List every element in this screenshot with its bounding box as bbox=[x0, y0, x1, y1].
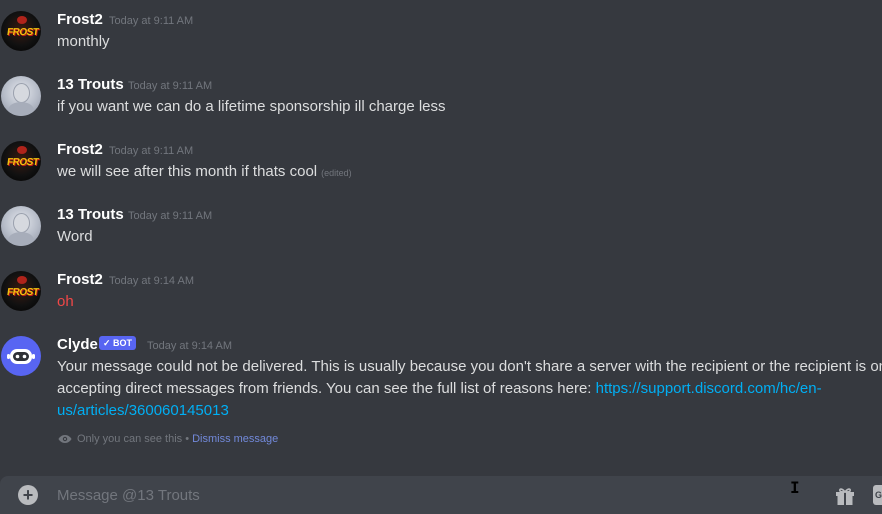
message-timestamp: Today at 9:11 AM bbox=[109, 145, 194, 157]
dismiss-message-link[interactable]: Dismiss message bbox=[192, 433, 278, 445]
message-content: if you want we can do a lifetime sponsor… bbox=[57, 98, 446, 115]
message-author[interactable]: Frost2 bbox=[57, 271, 103, 288]
frost2-avatar[interactable]: FROST bbox=[1, 271, 41, 311]
edited-label: (edited) bbox=[321, 168, 352, 178]
message-content: oh bbox=[57, 293, 74, 310]
message-content: we will see after this month if thats co… bbox=[57, 161, 352, 184]
ephemeral-note: Only you can see this • bbox=[77, 433, 190, 445]
message-content: monthly bbox=[57, 33, 110, 50]
clyde-line-2: accepting direct messages from friends. … bbox=[57, 378, 882, 400]
support-link[interactable]: https://support.discord.com/hc/en- bbox=[596, 380, 822, 397]
text-cursor-icon: I bbox=[790, 478, 800, 497]
message-author[interactable]: Frost2 bbox=[57, 141, 103, 158]
message-list: FROST Frost2 Today at 9:11 AM monthly 13… bbox=[0, 0, 882, 470]
message-timestamp: Today at 9:11 AM bbox=[109, 15, 194, 27]
frost2-avatar[interactable]: FROST bbox=[1, 141, 41, 181]
trouts-avatar[interactable] bbox=[1, 206, 41, 246]
bot-badge: ✓ BOT bbox=[99, 336, 137, 350]
add-attachment-icon[interactable]: + bbox=[18, 485, 38, 505]
message-input[interactable] bbox=[57, 485, 757, 505]
message-author[interactable]: 13 Trouts bbox=[57, 76, 124, 93]
message-author[interactable]: 13 Trouts bbox=[57, 206, 124, 223]
clyde-line-2-text: accepting direct messages from friends. … bbox=[57, 380, 596, 397]
gif-icon[interactable]: G bbox=[873, 485, 882, 505]
frost2-avatar[interactable]: FROST bbox=[1, 11, 41, 51]
support-link-continued[interactable]: us/articles/360060145013 bbox=[57, 402, 229, 419]
clyde-line-3: us/articles/360060145013 bbox=[57, 400, 882, 422]
gift-icon[interactable] bbox=[835, 486, 855, 506]
eye-icon bbox=[58, 435, 72, 443]
message-text: we will see after this month if thats co… bbox=[57, 163, 318, 180]
message-author[interactable]: Frost2 bbox=[57, 11, 103, 28]
clyde-avatar[interactable] bbox=[1, 336, 41, 376]
message-content: Word bbox=[57, 228, 93, 245]
ephemeral-notice: Only you can see this • Dismiss message bbox=[58, 433, 278, 445]
message-timestamp: Today at 9:14 AM bbox=[147, 340, 232, 352]
message-composer: + bbox=[0, 476, 882, 514]
message-timestamp: Today at 9:11 AM bbox=[128, 210, 213, 222]
clyde-line-1: Your message could not be delivered. Thi… bbox=[57, 358, 882, 375]
message-timestamp: Today at 9:11 AM bbox=[128, 80, 213, 92]
message-author[interactable]: Clyde bbox=[57, 336, 98, 353]
clyde-message-content: Your message could not be delivered. Thi… bbox=[57, 356, 882, 422]
message-timestamp: Today at 9:14 AM bbox=[109, 275, 194, 287]
clyde-robot-icon bbox=[7, 349, 35, 364]
trouts-avatar[interactable] bbox=[1, 76, 41, 116]
